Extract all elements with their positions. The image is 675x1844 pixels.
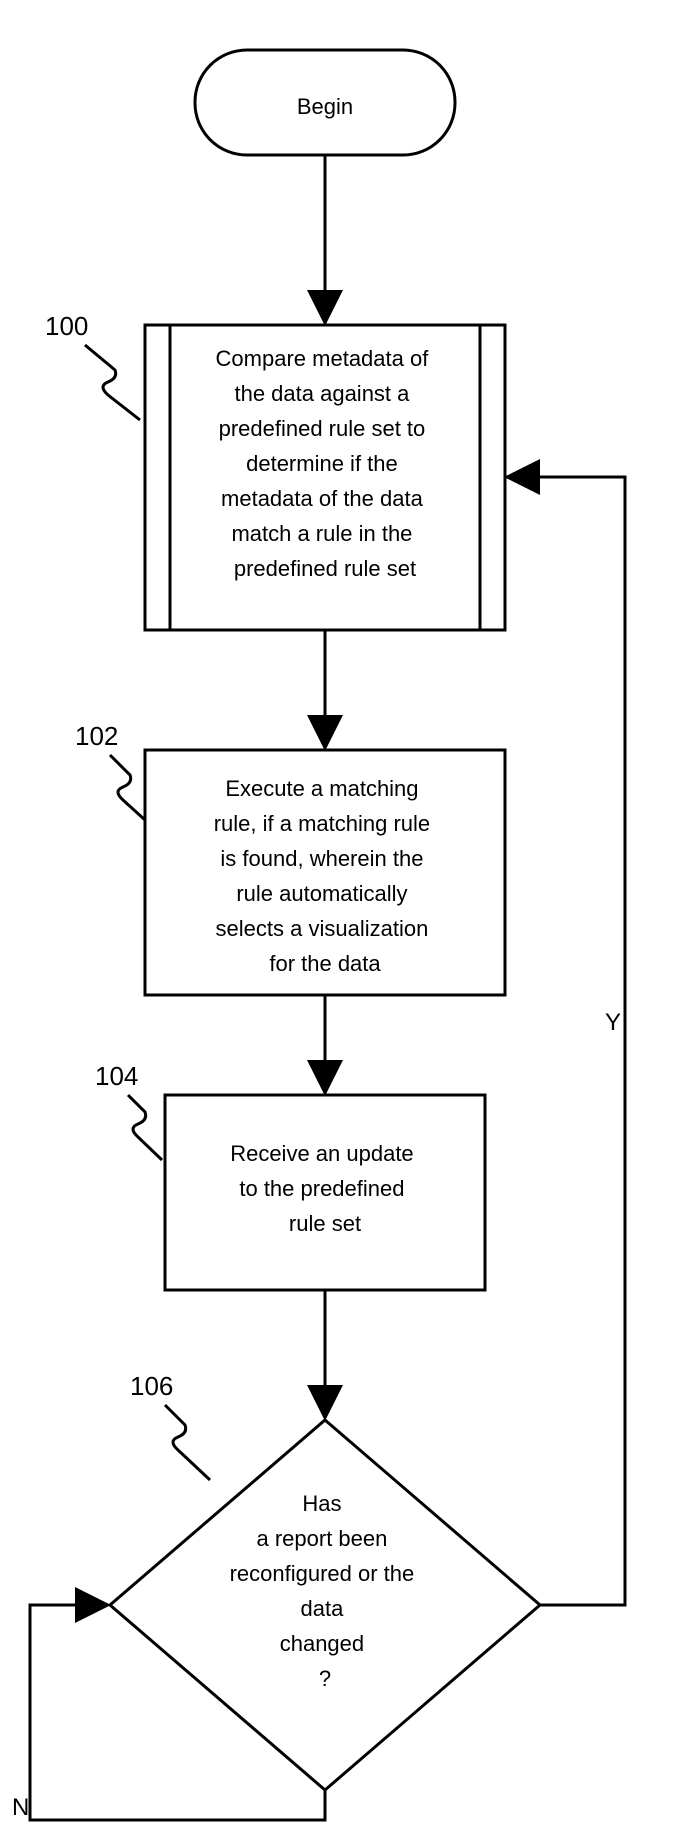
flowchart: Begin Compare metadata of the data again… xyxy=(0,0,675,1844)
svg-text:102: 102 xyxy=(75,721,118,751)
svg-text:100: 100 xyxy=(45,311,88,341)
ref-100: 100 xyxy=(45,311,140,420)
step-100-text: Compare metadata of the data against a p… xyxy=(216,346,435,581)
yes-branch: Y xyxy=(510,477,625,1605)
svg-text:Y: Y xyxy=(605,1009,621,1036)
step-100: Compare metadata of the data against a p… xyxy=(145,325,505,630)
step-102: Execute a matching rule, if a matching r… xyxy=(145,750,505,995)
svg-text:N: N xyxy=(12,1794,29,1821)
begin-node: Begin xyxy=(195,50,455,155)
svg-text:106: 106 xyxy=(130,1371,173,1401)
decision-106: Has a report been reconfigured or the da… xyxy=(110,1420,540,1790)
step-104: Receive an update to the predefined rule… xyxy=(165,1095,485,1290)
ref-106: 106 xyxy=(130,1371,210,1480)
ref-102: 102 xyxy=(75,721,145,820)
svg-text:104: 104 xyxy=(95,1061,138,1091)
begin-text: Begin xyxy=(297,94,353,119)
ref-104: 104 xyxy=(95,1061,162,1160)
